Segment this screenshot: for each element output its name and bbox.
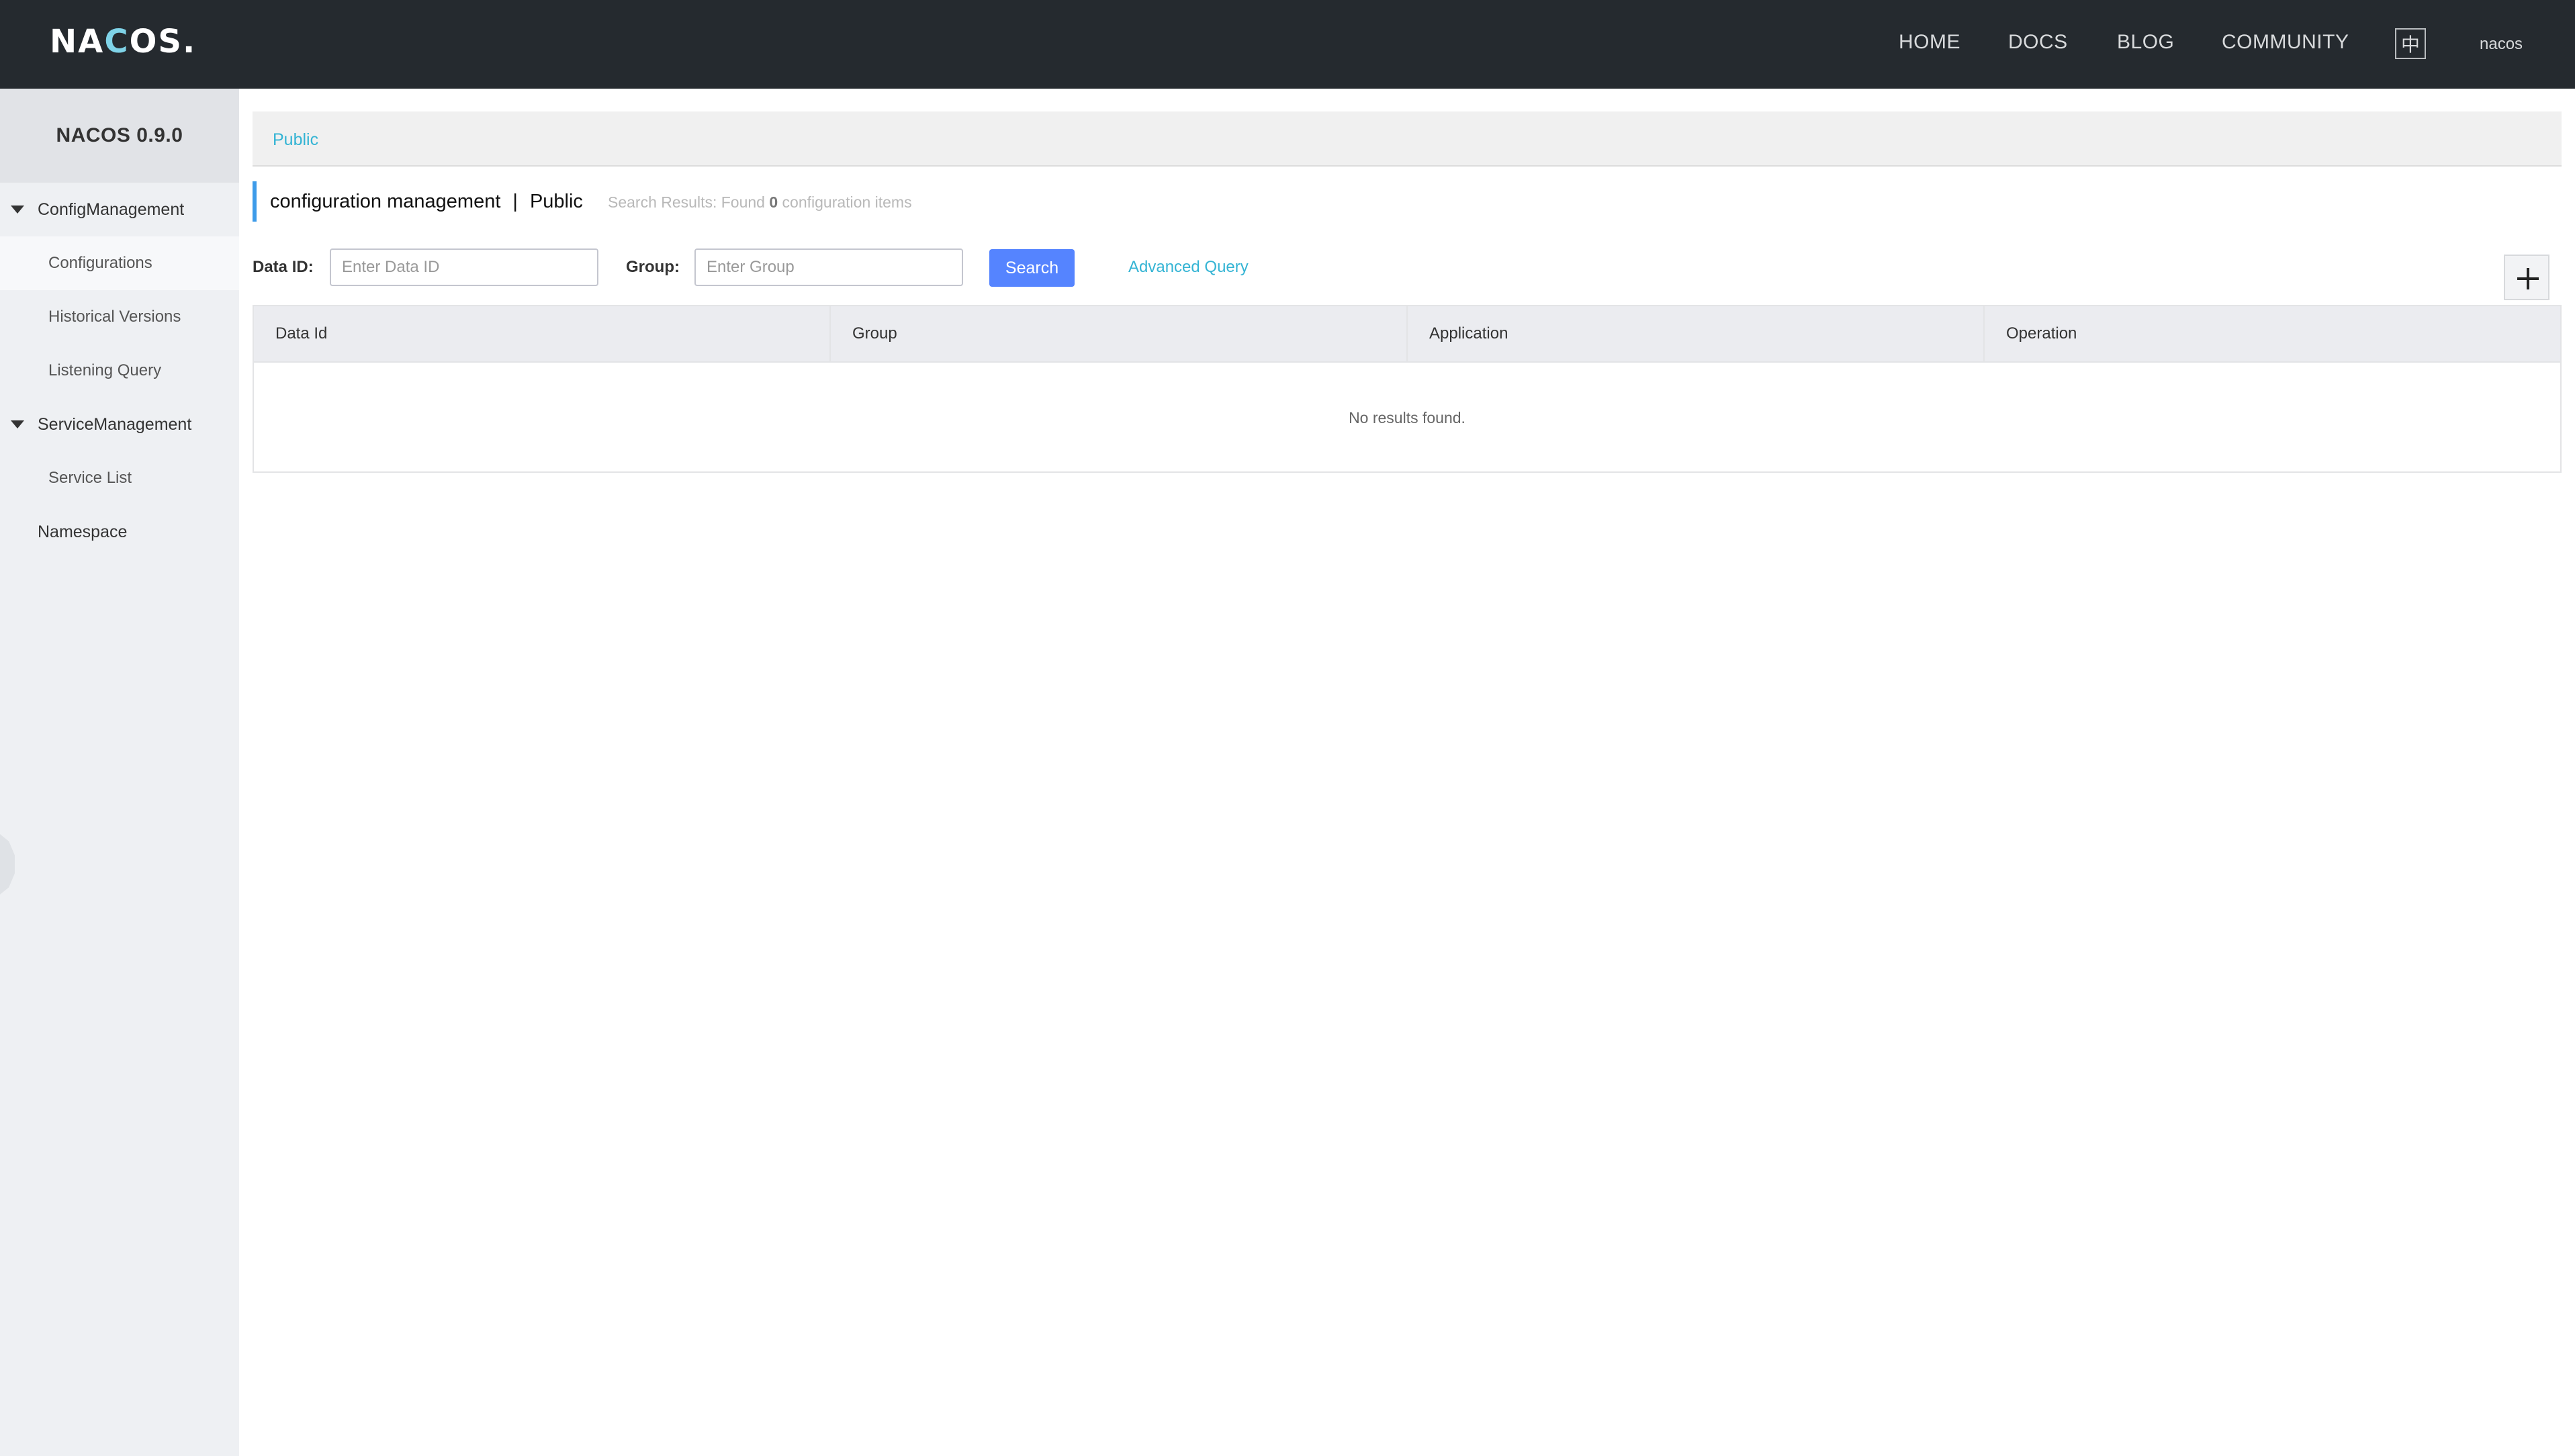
sidebar-group-label: ConfigManagement <box>38 199 185 219</box>
sidebar-group-service-management[interactable]: ServiceManagement <box>0 398 239 451</box>
column-header-group: Group <box>831 306 1408 361</box>
title-separator: | <box>512 190 518 212</box>
sidebar-item-label: Historical Versions <box>48 308 181 326</box>
logo-text-c: C <box>104 23 130 60</box>
nav-home-link[interactable]: HOME <box>1899 31 1960 54</box>
sidebar-item-label: Configurations <box>48 254 152 272</box>
configuration-table: Data Id Group Application Operation No r… <box>253 305 2562 473</box>
nav-community-link[interactable]: COMMUNITY <box>2222 31 2349 54</box>
logo-text-prefix: NA <box>50 23 105 60</box>
namespace-public-link[interactable]: Public <box>273 130 318 150</box>
page-title: configuration management | Public <box>253 181 583 222</box>
top-navbar: NACOS. HOME DOCS BLOG COMMUNITY 中 nacos <box>0 0 2575 89</box>
sidebar-item-label: Service List <box>48 469 132 487</box>
table-header: Data Id Group Application Operation <box>254 306 2560 363</box>
logo-text-suffix: OS. <box>129 23 197 60</box>
column-header-operation: Operation <box>2006 324 2077 343</box>
sidebar-item-namespace[interactable]: Namespace <box>0 505 239 559</box>
column-header-application: Application <box>1408 306 1985 361</box>
sidebar-collapse-handle[interactable] <box>0 834 15 895</box>
sidebar-item-label: Namespace <box>38 522 128 541</box>
page-title-text: configuration management <box>270 190 501 212</box>
add-configuration-button[interactable] <box>2504 255 2549 300</box>
sidebar-group-label: ServiceManagement <box>38 414 192 434</box>
result-prefix: Search Results: Found <box>608 193 765 211</box>
sidebar-item-configurations[interactable]: Configurations <box>0 236 239 290</box>
group-label: Group: <box>626 258 680 276</box>
sidebar-item-label: Listening Query <box>48 361 162 379</box>
group-input[interactable] <box>694 248 963 286</box>
sidebar-item-historical-versions[interactable]: Historical Versions <box>0 290 239 344</box>
sidebar: NACOS 0.9.0 ConfigManagement Configurati… <box>0 89 239 1456</box>
search-button[interactable]: Search <box>989 249 1075 287</box>
column-header-data-id: Data Id <box>254 306 831 361</box>
data-id-label: Data ID: <box>253 258 314 276</box>
sidebar-group-config-management[interactable]: ConfigManagement <box>0 183 239 236</box>
search-result-summary: Search Results: Found 0 configuration it… <box>608 193 912 212</box>
language-toggle-button[interactable]: 中 <box>2395 28 2426 59</box>
table-empty-message: No results found. <box>1349 408 1465 426</box>
caret-down-icon <box>11 420 24 428</box>
data-id-input[interactable] <box>330 248 598 286</box>
user-menu[interactable]: nacos <box>2480 35 2523 54</box>
page-title-namespace: Public <box>529 190 583 212</box>
sidebar-item-listening-query[interactable]: Listening Query <box>0 344 239 398</box>
result-count: 0 <box>769 193 778 211</box>
nacos-logo[interactable]: NACOS. <box>50 23 196 60</box>
caret-down-icon <box>11 206 24 214</box>
nav-docs-link[interactable]: DOCS <box>2008 31 2068 54</box>
sidebar-item-service-list[interactable]: Service List <box>0 451 239 505</box>
sidebar-title: NACOS 0.9.0 <box>0 89 239 183</box>
namespace-bar: Public <box>253 111 2562 167</box>
advanced-query-link[interactable]: Advanced Query <box>1128 258 1249 277</box>
nav-blog-link[interactable]: BLOG <box>2117 31 2174 54</box>
result-suffix: configuration items <box>782 193 912 211</box>
